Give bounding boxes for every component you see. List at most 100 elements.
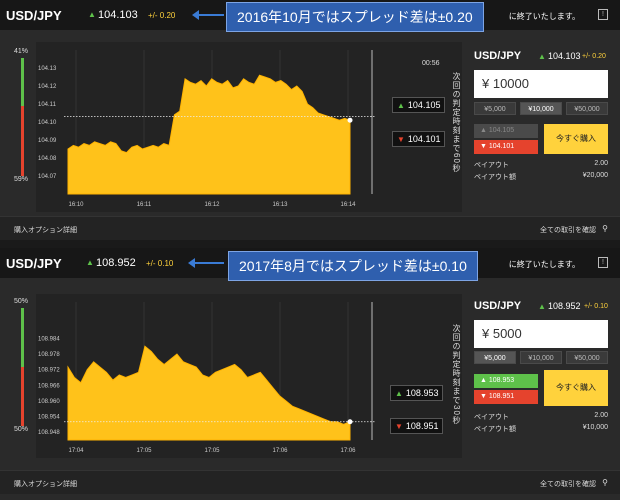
- price-area: [67, 74, 351, 195]
- order-pair: USD/JPY: [474, 50, 522, 62]
- buy-now-button[interactable]: 今すぐ購入: [544, 124, 608, 154]
- up-arrow-icon: ▲: [480, 377, 489, 384]
- x-tick-label: 16:14: [340, 202, 356, 208]
- high-button[interactable]: ▲ 104.105: [474, 124, 538, 138]
- payout-amount-label: ペイアウト額: [474, 426, 516, 433]
- y-tick-label: 104.11: [38, 102, 57, 108]
- low-button[interactable]: ▼ 108.951: [474, 390, 538, 404]
- payout-amount-label: ペイアウト額: [474, 174, 516, 181]
- trading-panel-2: USD/JPY ▲ 108.952 +/- 0.10 2017年8月ではスプレッ…: [0, 248, 620, 500]
- payout-amount-row: ペイアウト額 ¥10,000: [474, 424, 608, 434]
- sentiment-up-pct: 41%: [14, 48, 29, 55]
- preset-5000-button[interactable]: ¥5,000: [474, 102, 516, 115]
- sentiment-down-pct: 50%: [14, 426, 29, 433]
- amount-input[interactable]: [474, 70, 608, 98]
- callout-arrow: [192, 10, 224, 20]
- high-price-tag: ▲ 104.105: [392, 97, 446, 113]
- up-arrow-icon: ▲: [538, 52, 546, 61]
- sentiment-down-pct: 59%: [14, 176, 29, 183]
- amount-input[interactable]: [474, 320, 608, 348]
- up-arrow-icon: ▲: [397, 101, 405, 110]
- payout-amount-row: ペイアウト額 ¥20,000: [474, 172, 608, 182]
- x-tick-label: 17:06: [272, 448, 288, 454]
- high-button[interactable]: ▲ 108.953: [474, 374, 538, 388]
- info-icon[interactable]: !: [598, 257, 608, 268]
- chart-svg: 16:10 16:11 16:12 16:13 16:14 104.13 104.12 104…: [38, 50, 376, 208]
- low-button-label: 108.951: [488, 393, 515, 400]
- end-text: に終了いたします。: [508, 260, 580, 269]
- price-area: [67, 345, 351, 441]
- low-button[interactable]: ▼ 104.101: [474, 140, 538, 154]
- header-price: 104.103: [98, 9, 138, 21]
- sentiment-down-fill: [21, 106, 24, 176]
- y-tick-label: 104.09: [38, 138, 57, 144]
- sentiment-bar: [21, 58, 24, 176]
- y-tick-label: 108.984: [38, 336, 60, 342]
- all-trades-link[interactable]: 全ての取引を確認: [540, 225, 596, 235]
- high-price-value: 104.105: [407, 100, 441, 110]
- high-button-label: 104.105: [488, 127, 515, 134]
- y-tick-label: 108.972: [38, 368, 60, 374]
- expiry-note: 次回の判定時刻まで60秒: [452, 72, 461, 173]
- order-spread: +/- 0.10: [584, 303, 608, 310]
- preset-50000-button[interactable]: ¥50,000: [566, 102, 608, 115]
- x-tick-label: 16:13: [272, 202, 288, 208]
- low-price-value: 108.951: [405, 421, 439, 431]
- high-price-value: 108.953: [405, 388, 439, 398]
- search-icon[interactable]: ⚲: [602, 478, 608, 487]
- up-arrow-icon: ▲: [395, 389, 403, 398]
- search-icon[interactable]: ⚲: [602, 224, 608, 233]
- payout-amount-value: ¥20,000: [582, 172, 608, 179]
- payout-row: ペイアウト 2.00: [474, 160, 608, 170]
- payout-label: ペイアウト: [474, 162, 509, 169]
- sentiment-up-fill: [21, 58, 24, 107]
- header-spread: +/- 0.10: [146, 259, 174, 268]
- payout-value: 2.00: [594, 412, 608, 419]
- y-tick-label: 108.948: [38, 430, 60, 436]
- order-price: 104.103: [548, 51, 581, 61]
- x-tick-label: 17:06: [340, 448, 356, 454]
- y-tick-label: 104.12: [38, 84, 57, 90]
- x-tick-label: 17:04: [68, 448, 84, 454]
- y-tick-label: 104.10: [38, 120, 57, 126]
- preset-10000-button[interactable]: ¥10,000: [520, 102, 562, 115]
- down-arrow-icon: ▼: [395, 422, 403, 431]
- option-details-link[interactable]: 購入オプション詳細: [14, 479, 77, 489]
- payout-row: ペイアウト 2.00: [474, 412, 608, 422]
- high-price-tag: ▲ 108.953: [390, 385, 444, 401]
- footer-bar: 購入オプション詳細 全ての取引を確認 ⚲: [0, 216, 620, 240]
- order-pair: USD/JPY: [474, 300, 522, 312]
- all-trades-link[interactable]: 全ての取引を確認: [540, 479, 596, 489]
- buy-now-button[interactable]: 今すぐ購入: [544, 370, 608, 406]
- sentiment-bar: [21, 308, 24, 426]
- x-tick-label: 16:12: [204, 202, 220, 208]
- info-icon[interactable]: !: [598, 9, 608, 20]
- spread-callout: 2016年10月ではスプレッド差は±0.20: [226, 2, 484, 32]
- y-tick-label: 104.08: [38, 156, 57, 162]
- header-price: 108.952: [96, 257, 136, 269]
- preset-10000-button[interactable]: ¥10,000: [520, 351, 562, 364]
- preset-5000-button[interactable]: ¥5,000: [474, 351, 516, 364]
- current-point: [347, 419, 353, 425]
- down-arrow-icon: ▼: [480, 393, 489, 400]
- y-tick-label: 108.978: [38, 352, 60, 358]
- up-arrow-icon: ▲: [88, 10, 96, 19]
- up-arrow-icon: ▲: [538, 302, 546, 311]
- payout-value: 2.00: [594, 160, 608, 167]
- order-price: 108.952: [548, 301, 581, 311]
- option-details-link[interactable]: 購入オプション詳細: [14, 225, 77, 235]
- y-tick-label: 108.960: [38, 399, 60, 405]
- spread-callout: 2017年8月ではスプレッド差は±0.10: [228, 251, 478, 281]
- header-pair: USD/JPY: [6, 256, 62, 271]
- header-bar: USD/JPY ▲ 108.952 +/- 0.10 2017年8月ではスプレッ…: [0, 248, 620, 281]
- sentiment-down-fill: [21, 367, 24, 426]
- down-arrow-icon: ▼: [480, 143, 489, 150]
- header-bar: USD/JPY ▲ 104.103 +/- 0.20 2016年10月ではスプレ…: [0, 0, 620, 32]
- sentiment-up-pct: 50%: [14, 298, 29, 305]
- low-price-tag: ▼ 108.951: [390, 418, 444, 434]
- expiry-note: 次回の判定時刻まで30秒: [452, 324, 461, 425]
- up-arrow-icon: ▲: [86, 258, 94, 267]
- preset-50000-button[interactable]: ¥50,000: [566, 351, 608, 364]
- x-tick-label: 17:05: [204, 448, 220, 454]
- header-pair: USD/JPY: [6, 8, 62, 23]
